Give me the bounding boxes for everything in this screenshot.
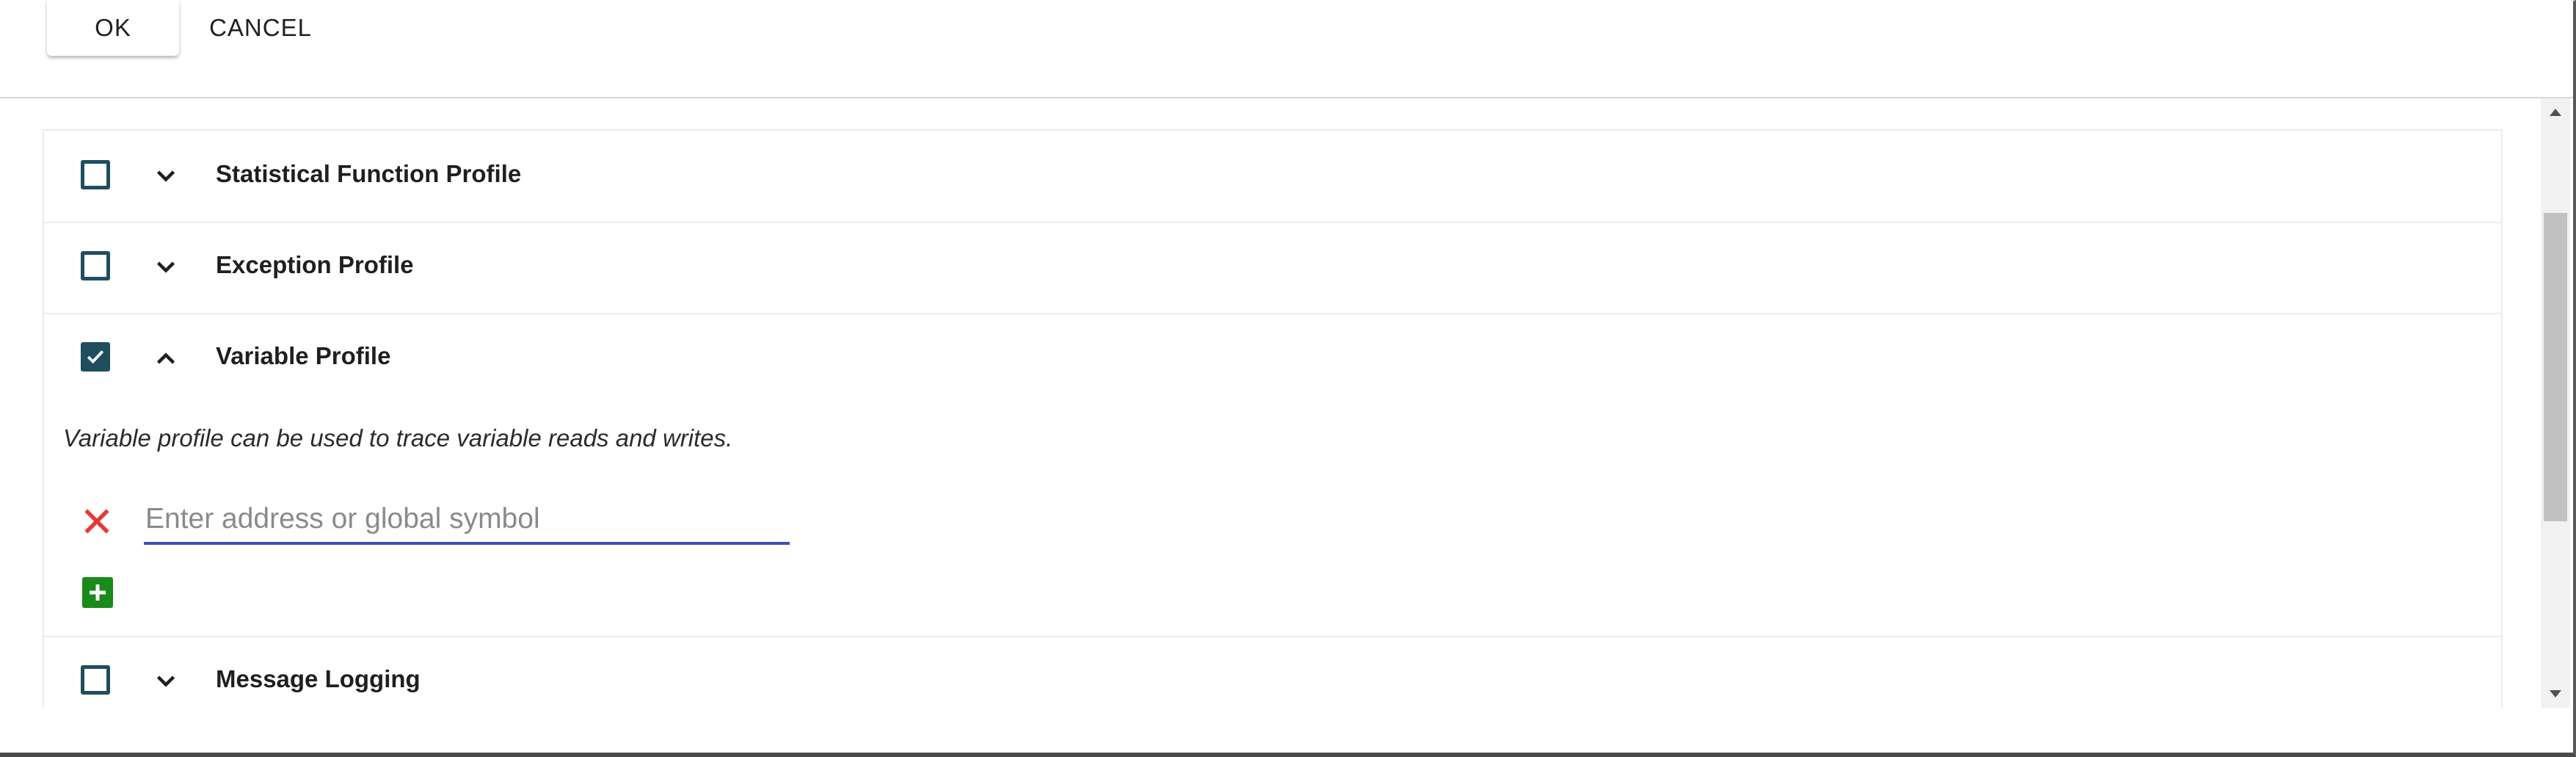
checkbox-message-logging[interactable]: [81, 665, 110, 695]
scroll-up-arrow-icon[interactable]: [2550, 109, 2561, 116]
profile-description: Variable profile can be used to trace va…: [63, 424, 733, 452]
profiles-scroll-area: Statistical Function Profile Exception P…: [0, 98, 2547, 708]
profile-title[interactable]: Message Logging: [216, 665, 421, 693]
profile-title[interactable]: Variable Profile: [216, 342, 390, 370]
profile-row-statistical-function: Statistical Function Profile: [44, 131, 2501, 223]
checkbox-variable-profile[interactable]: [81, 342, 110, 372]
profile-row-exception: Exception Profile: [44, 222, 2501, 314]
profile-title[interactable]: Statistical Function Profile: [216, 160, 521, 188]
dialog-actions-bar: OK CANCEL: [0, 0, 2573, 98]
plus-icon: [90, 584, 106, 601]
cancel-button[interactable]: CANCEL: [198, 0, 323, 56]
profile-title[interactable]: Exception Profile: [216, 251, 414, 279]
chevron-up-icon[interactable]: [153, 345, 179, 372]
chevron-down-icon[interactable]: [153, 254, 179, 280]
profile-row-message-logging: Message Logging: [44, 636, 2501, 708]
checkmark-icon: [87, 350, 104, 364]
ok-button[interactable]: OK: [47, 0, 179, 56]
scroll-down-arrow-icon[interactable]: [2550, 690, 2561, 698]
scrollbar-thumb[interactable]: [2544, 213, 2567, 521]
add-address-button[interactable]: [82, 577, 113, 608]
checkbox-statistical-function-profile[interactable]: [81, 160, 110, 189]
chevron-down-icon[interactable]: [153, 163, 179, 189]
checkbox-exception-profile[interactable]: [81, 251, 110, 280]
chevron-down-icon[interactable]: [153, 668, 179, 695]
profile-row-variable: Variable Profile Variable profile can be…: [44, 313, 2501, 637]
close-icon[interactable]: [81, 505, 113, 537]
address-input[interactable]: [144, 496, 790, 545]
vertical-scrollbar[interactable]: [2541, 98, 2570, 708]
profiles-list: Statistical Function Profile Exception P…: [43, 129, 2503, 708]
